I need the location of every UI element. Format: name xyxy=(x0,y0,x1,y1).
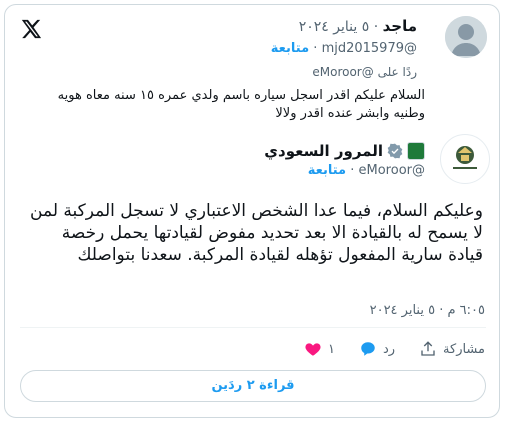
default-avatar-icon xyxy=(445,16,487,58)
reply-header: ماجد · ٥ يناير ٢٠٢٤ xyxy=(299,17,417,35)
org-handle[interactable]: @eMoroor xyxy=(359,163,425,178)
reply-handle-row: @mjd2015979 · متابعة xyxy=(270,41,417,56)
like-button[interactable]: ١ xyxy=(304,340,335,358)
like-count: ١ xyxy=(327,341,335,357)
reply-dot-separator: · xyxy=(373,19,379,35)
reply-author-avatar[interactable] xyxy=(445,16,487,58)
divider xyxy=(20,327,486,328)
org-name[interactable]: المرور السعودي xyxy=(264,142,383,160)
traffic-police-logo-icon xyxy=(453,146,477,169)
reply-date[interactable]: ٥ يناير ٢٠٢٤ xyxy=(299,19,370,35)
reply-author-handle[interactable]: @mjd2015979 xyxy=(322,41,417,56)
heart-icon xyxy=(305,343,321,356)
reply-author-name[interactable]: ماجد xyxy=(383,17,417,35)
org-handle-row: @eMoroor · متابعة xyxy=(307,163,425,178)
tweet-actions: ١ رد مشاركة xyxy=(304,340,485,358)
government-badge-icon xyxy=(407,142,425,160)
org-avatar[interactable] xyxy=(440,134,490,184)
share-button[interactable]: مشاركة xyxy=(419,340,485,358)
x-logo-icon[interactable] xyxy=(20,18,42,40)
verified-badge-icon xyxy=(387,143,403,159)
main-tweet-text: وعليكم السلام، فيما عدا الشخص الاعتباري … xyxy=(30,201,483,265)
follow-reply-author-button[interactable]: متابعة xyxy=(271,41,309,56)
reply-button[interactable]: رد xyxy=(359,340,395,358)
reply-text: السلام عليكم اقدر اسجل سياره باسم ولدي ع… xyxy=(57,88,425,121)
replying-to-label[interactable]: ردًا على @eMoroor xyxy=(312,65,417,79)
main-tweet-timestamp[interactable]: ٦:٠٥ م · ٥ يناير ٢٠٢٤ xyxy=(370,303,485,318)
share-upload-icon xyxy=(421,341,435,356)
org-header: المرور السعودي xyxy=(264,142,425,160)
share-label: مشاركة xyxy=(443,341,485,357)
follow-org-button[interactable]: متابعة xyxy=(308,163,346,178)
reply-label: رد xyxy=(382,341,396,357)
speech-bubble-icon xyxy=(361,342,375,356)
read-replies-button[interactable]: قراءة ٢ ردَين xyxy=(20,370,486,402)
